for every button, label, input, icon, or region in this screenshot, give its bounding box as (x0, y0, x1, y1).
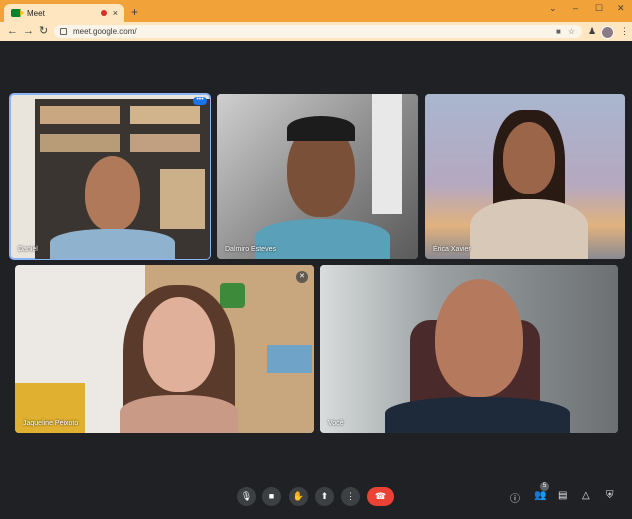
present-screen-button[interactable]: ⬆ (315, 487, 334, 506)
microphone-button[interactable]: 🎙 (237, 487, 256, 506)
participant-name: Dalmiro Esteves (225, 246, 276, 253)
minimize-button[interactable]: – (573, 3, 578, 13)
hang-up-icon: ☎ (374, 491, 387, 501)
tab-meet[interactable]: Meet × (4, 4, 124, 22)
more-options-icon[interactable]: ••• (193, 96, 207, 105)
participant-face (143, 297, 215, 392)
browser-toolbar: ← → ↻ meet.google.com/ ■ ☆ ♟ ⋮ (0, 22, 632, 41)
tab-search-icon[interactable]: ⌄ (549, 3, 557, 14)
browser-menu-icon[interactable]: ⋮ (620, 26, 629, 37)
participant-tile[interactable]: Érica Xavier (425, 94, 625, 259)
recording-indicator-icon (100, 10, 107, 16)
leave-call-button[interactable]: ☎ (367, 487, 394, 506)
participant-tile[interactable]: ••• Daniel (9, 93, 211, 260)
tab-close-button[interactable]: × (113, 8, 118, 18)
more-options-button[interactable]: ⋮ (341, 487, 360, 506)
back-arrow-icon[interactable]: ← (7, 24, 18, 38)
url-text: meet.google.com/ (73, 27, 137, 36)
chat-icon[interactable]: ▤ (558, 490, 567, 501)
browser-tab-strip: Meet × + ⌄ – ☐ ✕ (0, 0, 632, 22)
new-tab-button[interactable]: + (131, 6, 138, 18)
lock-icon (60, 28, 67, 35)
participant-tile[interactable]: Você (320, 265, 618, 433)
more-options-icon: ⋮ (346, 491, 355, 501)
present-screen-icon: ⬆ (320, 491, 329, 501)
bookmark-star-icon[interactable]: ☆ (568, 27, 575, 36)
participant-tile[interactable]: Dalmiro Esteves (217, 94, 418, 259)
participants-count-badge: 5 (540, 482, 549, 491)
camera-permission-icon[interactable]: ■ (556, 27, 561, 36)
participant-name: Você (328, 420, 344, 427)
microphone-icon: 🎙 (240, 491, 253, 501)
participant-name: Érica Xavier (433, 246, 471, 253)
mic-off-icon: ✕ (296, 271, 308, 283)
participant-name: Daniel (18, 246, 38, 253)
meet-logo-icon (11, 9, 24, 17)
activities-icon[interactable]: △ (582, 490, 590, 501)
meeting-info-icon[interactable]: ⓘ (510, 490, 520, 505)
host-controls-icon[interactable]: ⛨ (606, 490, 614, 501)
address-bar[interactable]: meet.google.com/ ■ ☆ (54, 25, 582, 38)
participant-face (435, 279, 523, 397)
close-window-button[interactable]: ✕ (617, 3, 625, 14)
extensions-icon[interactable]: ♟ (588, 26, 596, 37)
participant-face (85, 156, 140, 231)
profile-avatar[interactable] (601, 26, 614, 39)
people-icon[interactable]: 👥 (534, 490, 546, 501)
raise-hand-button[interactable]: ✋ (289, 487, 308, 506)
participant-tile[interactable]: ✕ Jaqueline Peixoto (15, 265, 314, 433)
camera-button[interactable]: ■ (262, 487, 281, 506)
maximize-button[interactable]: ☐ (595, 3, 603, 14)
raise-hand-icon: ✋ (292, 491, 305, 501)
forward-arrow-icon[interactable]: → (23, 24, 34, 38)
participant-name: Jaqueline Peixoto (23, 420, 79, 427)
reload-icon[interactable]: ↻ (39, 24, 48, 38)
camera-icon: ■ (268, 491, 275, 501)
tab-title: Meet (27, 8, 45, 18)
